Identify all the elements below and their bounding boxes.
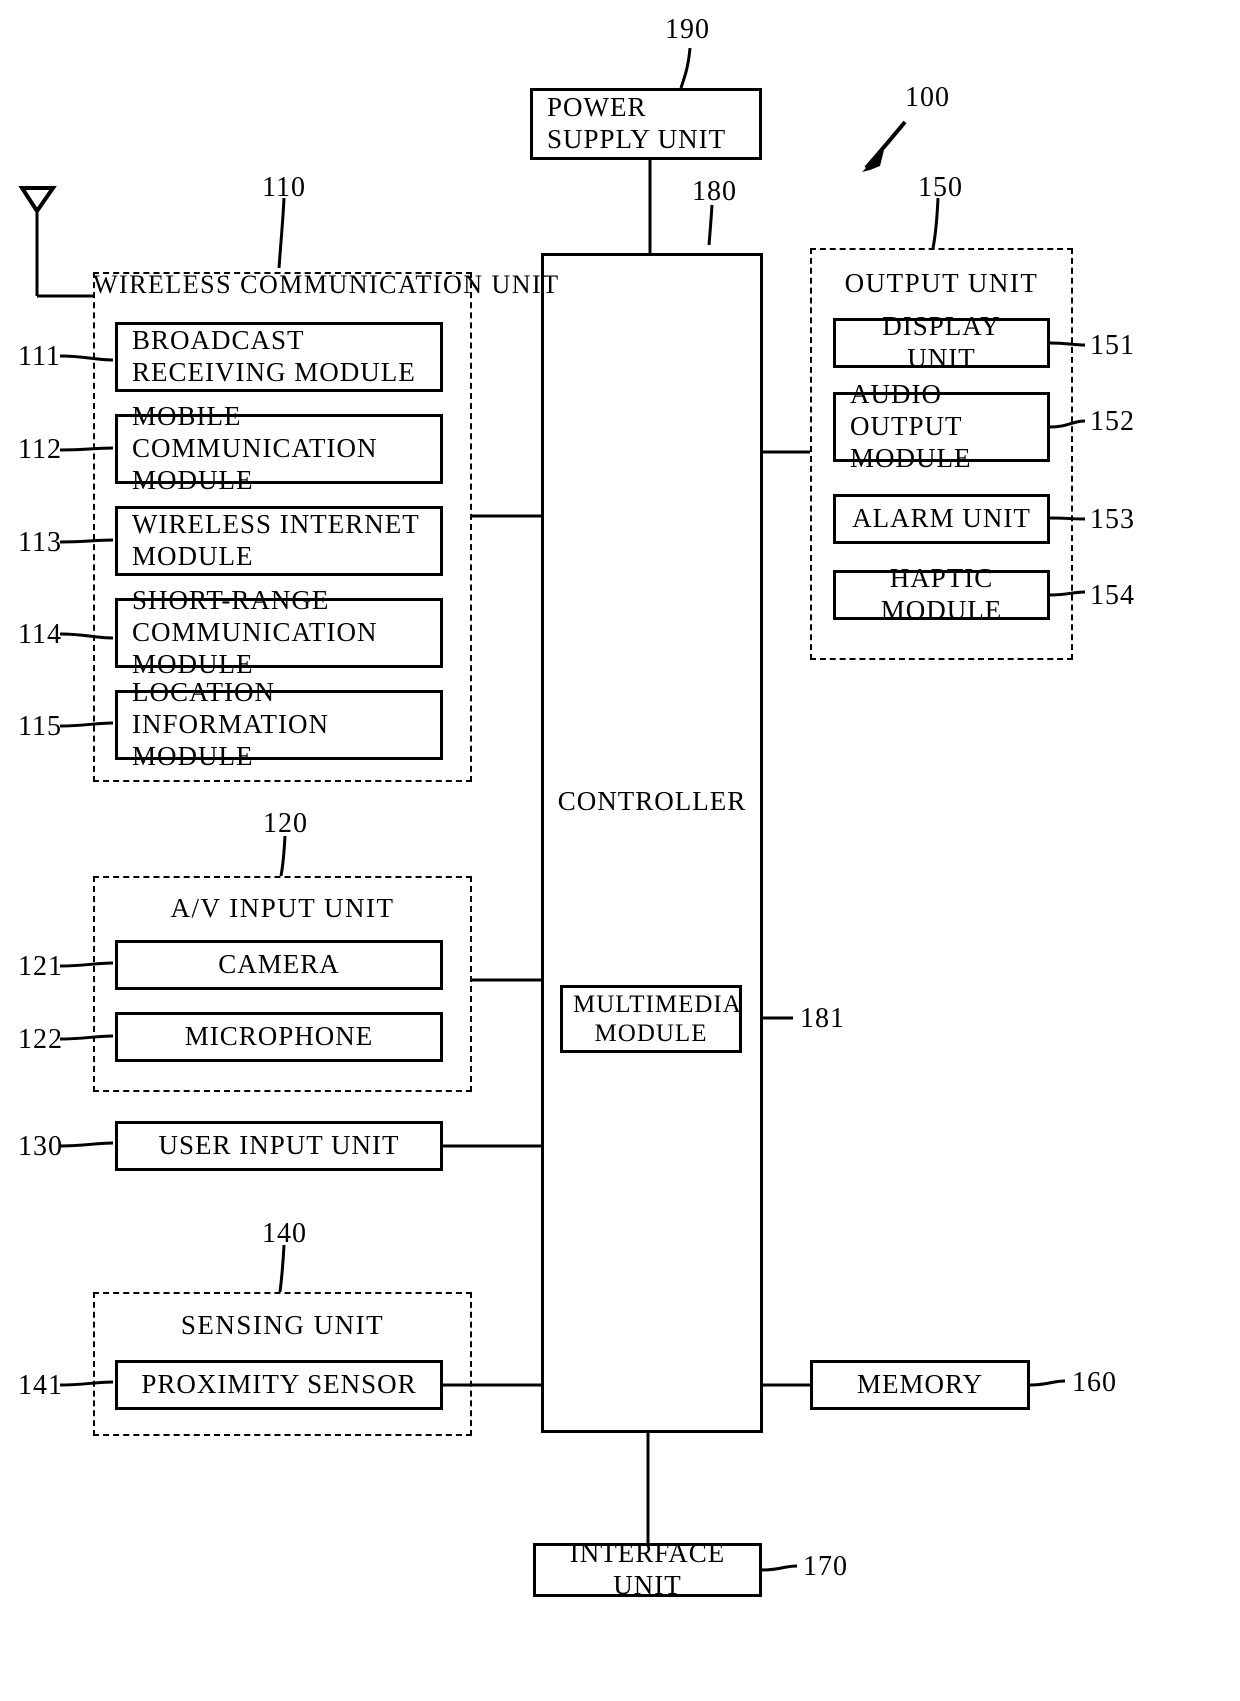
ref-115: 115 <box>18 711 62 742</box>
ref-160: 160 <box>1072 1367 1117 1398</box>
ref-110: 110 <box>262 172 306 203</box>
mobile-communication-module-label: MOBILE COMMUNICATION MODULE <box>132 401 378 495</box>
broadcast-receiving-module-label: BROADCAST RECEIVING MODULE <box>132 325 416 387</box>
wireless-communication-unit-title: WIRELESS COMMUNICATION UNIT <box>93 270 560 299</box>
location-information-module-box: LOCATION INFORMATION MODULE <box>115 677 443 771</box>
microphone-box: MICROPHONE <box>115 1012 443 1062</box>
av-input-unit-title: A/V INPUT UNIT <box>170 893 395 923</box>
sensing-unit-title: SENSING UNIT <box>180 1310 385 1340</box>
alarm-unit-label: ALARM UNIT <box>852 503 1031 534</box>
ref-120: 120 <box>263 808 308 839</box>
ref-154: 154 <box>1090 580 1135 611</box>
user-input-unit-label: USER INPUT UNIT <box>158 1130 400 1161</box>
ref-114: 114 <box>18 619 62 650</box>
location-information-module-label: LOCATION INFORMATION MODULE <box>132 677 330 771</box>
ref-151: 151 <box>1090 330 1135 361</box>
ref-190: 190 <box>665 14 710 45</box>
multimedia-module-box: MULTIMEDIA MODULE <box>560 985 742 1053</box>
multimedia-module-label: MULTIMEDIA MODULE <box>573 990 742 1048</box>
output-unit-title: OUTPUT UNIT <box>844 268 1039 298</box>
user-input-unit-box: USER INPUT UNIT <box>115 1121 443 1171</box>
controller-label: CONTROLLER <box>557 786 747 816</box>
ref-121: 121 <box>18 951 63 982</box>
memory-label: MEMORY <box>856 1369 984 1400</box>
camera-box: CAMERA <box>115 940 443 990</box>
power-supply-unit-label: POWER SUPPLY UNIT <box>547 92 727 154</box>
interface-unit-box: INTERFACE UNIT <box>533 1538 762 1600</box>
interface-unit-label: INTERFACE UNIT <box>569 1538 726 1600</box>
ref-180: 180 <box>692 176 737 207</box>
ref-140: 140 <box>262 1218 307 1249</box>
ref-153: 153 <box>1090 504 1135 535</box>
mobile-communication-module-box: MOBILE COMMUNICATION MODULE <box>115 401 443 495</box>
ref-113: 113 <box>18 527 62 558</box>
haptic-module-box: HAPTIC MODULE <box>833 563 1050 625</box>
ref-152: 152 <box>1090 406 1135 437</box>
patent-block-diagram: 190 100 180 110 150 120 140 111 112 113 … <box>0 0 1240 1701</box>
wireless-internet-module-box: WIRELESS INTERNET MODULE <box>115 506 443 576</box>
audio-output-module-label: AUDIO OUTPUT MODULE <box>850 379 972 473</box>
ref-111: 111 <box>18 341 61 372</box>
display-unit-box: DISPLAY UNIT <box>833 311 1050 373</box>
ref-112: 112 <box>18 434 62 465</box>
wireless-internet-module-label: WIRELESS INTERNET MODULE <box>132 509 420 571</box>
short-range-communication-module-box: SHORT-RANGE COMMUNICATION MODULE <box>115 585 443 679</box>
controller-box: CONTROLLER <box>541 253 763 1433</box>
memory-box: MEMORY <box>810 1360 1030 1410</box>
ref-141: 141 <box>18 1370 63 1401</box>
power-supply-unit-box: POWER SUPPLY UNIT <box>530 88 762 160</box>
short-range-communication-module-label: SHORT-RANGE COMMUNICATION MODULE <box>132 585 378 679</box>
ref-170: 170 <box>803 1551 848 1582</box>
ref-150: 150 <box>918 172 963 203</box>
microphone-label: MICROPHONE <box>184 1021 374 1052</box>
ref-100: 100 <box>905 82 950 113</box>
haptic-module-label: HAPTIC MODULE <box>880 563 1003 625</box>
audio-output-module-box: AUDIO OUTPUT MODULE <box>833 379 1050 473</box>
ref-181: 181 <box>800 1003 845 1034</box>
camera-label: CAMERA <box>218 949 340 980</box>
alarm-unit-box: ALARM UNIT <box>833 494 1050 544</box>
ref-122: 122 <box>18 1024 63 1055</box>
display-unit-label: DISPLAY UNIT <box>882 311 1001 373</box>
ref-130: 130 <box>18 1131 63 1162</box>
broadcast-receiving-module-box: BROADCAST RECEIVING MODULE <box>115 322 443 392</box>
proximity-sensor-box: PROXIMITY SENSOR <box>115 1360 443 1410</box>
proximity-sensor-label: PROXIMITY SENSOR <box>141 1369 417 1400</box>
